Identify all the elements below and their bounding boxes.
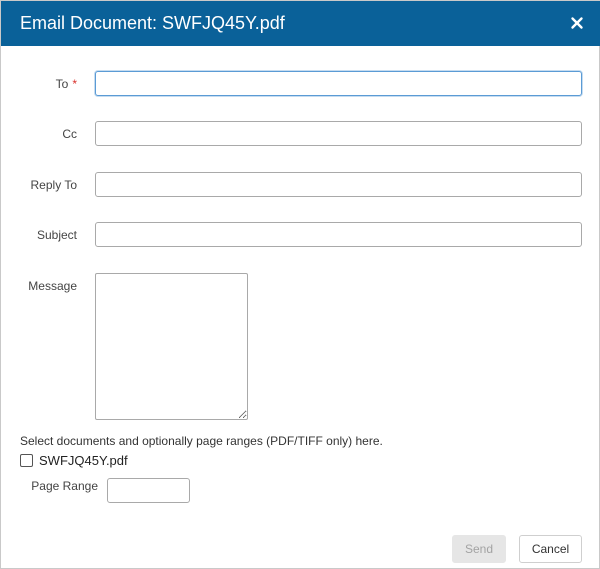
to-input[interactable]: [95, 71, 582, 96]
page-range-label: Page Range: [31, 479, 98, 493]
documents-instructions: Select documents and optionally page ran…: [20, 434, 383, 448]
subject-label: Subject: [36, 228, 77, 242]
message-textarea[interactable]: [95, 273, 248, 420]
document-filename: SWFJQ45Y.pdf: [39, 452, 128, 468]
required-marker: *: [72, 77, 77, 91]
to-label-text: To: [55, 77, 69, 91]
cancel-button[interactable]: Cancel: [519, 535, 582, 563]
close-icon[interactable]: [566, 12, 588, 34]
document-item[interactable]: SWFJQ45Y.pdf: [20, 452, 128, 468]
reply-to-label: Reply To: [30, 178, 77, 192]
reply-to-input[interactable]: [95, 172, 582, 197]
dialog-title: Email Document: SWFJQ45Y.pdf: [20, 13, 285, 33]
cc-label: Cc: [62, 127, 77, 141]
email-document-dialog: Email Document: SWFJQ45Y.pdf To * Cc Repl…: [0, 0, 600, 569]
dialog-titlebar: Email Document: SWFJQ45Y.pdf: [1, 1, 600, 46]
message-label: Message: [28, 279, 77, 293]
document-checkbox[interactable]: [20, 453, 33, 467]
page-range-input[interactable]: [107, 478, 190, 503]
to-label: To *: [21, 77, 77, 91]
subject-input[interactable]: [95, 222, 582, 247]
cc-input[interactable]: [95, 121, 582, 146]
send-button[interactable]: Send: [452, 535, 506, 563]
